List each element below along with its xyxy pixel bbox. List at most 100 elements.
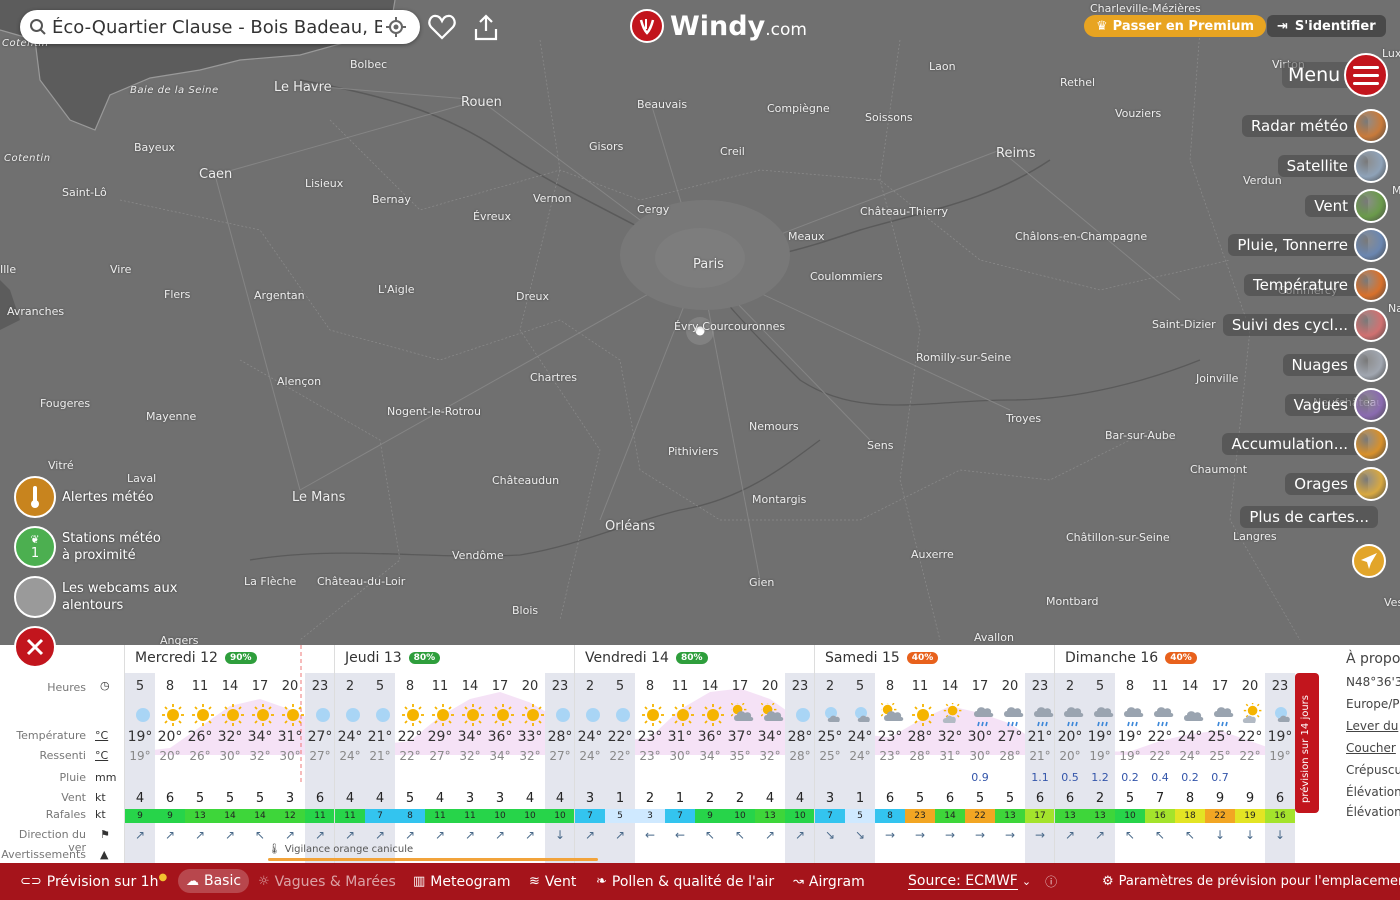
unit-gust[interactable]: kt [95,808,106,821]
forecast-gust: 14 [245,809,275,823]
layer-thumbnail-icon [1354,427,1388,462]
unit-rain[interactable]: mm [95,771,116,784]
forecast-hours: 20 [1001,679,1019,694]
wind-direction-arrow-icon: ← [644,828,656,842]
moon-weather-icon [368,703,398,731]
wind-direction-arrow-icon: ← [674,828,686,842]
layer-température[interactable]: Température [1243,268,1388,303]
layer-orages[interactable]: Orages [1285,467,1388,502]
tab-waves[interactable]: ☼ Vagues & Marées [258,863,396,900]
layer-accumulation[interactable]: Accumulation... [1222,427,1388,462]
confidence-badge: 80% [408,652,441,664]
wind-direction-arrow-icon: ↘ [824,828,836,842]
airport-icon[interactable] [1352,544,1386,578]
close-forecast-button[interactable] [14,626,56,668]
unit-wind[interactable]: kt [95,791,106,804]
windy-logo[interactable]: Windy.com [630,9,807,43]
login-button[interactable]: ⇥ S'identifier [1267,15,1386,37]
tab-basic[interactable]: ☁ Basic [178,869,250,893]
more-maps-button[interactable]: Plus de cartes... [1240,506,1378,528]
layer-satellite[interactable]: Satellite [1277,148,1388,183]
forecast-hours: 17 [1211,679,1229,694]
unit-temp[interactable]: °C [95,729,108,742]
forecast-hours: 14 [941,679,959,694]
premium-button[interactable]: ♛ Passer en Premium [1084,15,1266,37]
forecast-wind: 1 [675,791,685,806]
city-label: Laon [929,60,956,73]
city-label: Gisors [589,140,624,153]
forecast-gust: 10 [515,809,545,823]
layer-suivi-des-cycl[interactable]: Suivi des cycl... [1222,308,1388,342]
map-area[interactable]: Cotentin Bolbec Le Havre Baie de la Seine Ro… [0,0,1400,645]
day-header[interactable]: Samedi 15 40% [825,650,939,666]
row-label-feel: Ressenti [39,749,87,762]
forecast-rain: 1.1 [1031,771,1049,784]
layer-vagues[interactable]: Vagues [1284,387,1388,422]
wind-icon: ≋ [529,874,540,889]
city-label: Pithiviers [668,445,719,458]
city-label: Montargis [752,493,807,506]
tab-airgram[interactable]: ↝ Airgram [793,863,865,900]
wind-direction-arrow-icon: ↗ [794,828,806,842]
precision-toggle[interactable]: ⊂⊃ Prévision sur 1h ● [20,863,167,900]
city-label: Creil [720,145,745,158]
forecast-hours: 5 [135,679,145,694]
weather-alerts-widget[interactable]: Alertes météo [14,476,154,518]
close-icon [26,638,44,656]
forecast-temp: 28° [907,729,933,745]
wind-direction-arrow-icon: ↗ [494,828,506,842]
day-header[interactable]: Dimanche 16 40% [1065,650,1197,666]
locate-icon[interactable] [382,13,410,41]
weather-stations-widget[interactable]: ❦ 1 Stations météo à proximité [14,526,172,568]
forecast-feel: 35° [729,749,751,763]
forecast-feel: 21° [369,749,391,763]
forecast-gust: 10 [1115,809,1145,823]
rain-weather-icon [998,703,1028,731]
day-header[interactable]: Mercredi 12 90% [135,650,257,666]
basic-icon: ☁ [186,873,199,889]
menu-button[interactable]: Menu [1282,53,1389,97]
forecast-temp: 27° [307,729,333,745]
wind-direction-arrow-icon: ↗ [194,828,206,842]
share-icon[interactable] [469,10,503,44]
forecast-temp: 27° [997,729,1023,745]
city-label: Bayeux [134,141,176,154]
webcams-widget[interactable]: Les webcams aux alentours [14,576,182,618]
day-header[interactable]: Vendredi 14 80% [585,650,708,666]
forecast-temp: 29° [427,729,453,745]
forecast-temp: 32° [217,729,243,745]
forecast-feel: 24° [849,749,871,763]
forecast-hours: 11 [671,679,689,694]
forecast-gust: 13 [1055,809,1085,823]
extended-forecast-button[interactable]: prévision sur 14 jours [1295,673,1319,813]
day-header[interactable]: Jeudi 13 80% [345,650,441,666]
tab-pollen[interactable]: ❧ Pollen & qualité de l'air [596,863,774,900]
city-label: Coulommiers [810,270,883,283]
city-label: Lisieux [305,177,344,190]
heart-icon[interactable] [425,10,459,44]
unit-feel[interactable]: °C [95,749,108,762]
source-select[interactable]: Source: ECMWF ⌄ ⓘ [908,863,1057,900]
layer-vent[interactable]: Vent [1305,188,1388,223]
forecast-wind: 4 [795,791,805,806]
forecast-wind: 5 [195,791,205,806]
tab-meteogram[interactable]: ▥ Meteogram [413,863,511,900]
layer-pluie-tonnerre[interactable]: Pluie, Tonnerre [1228,228,1388,263]
leaf-bar-icon: ❧ [596,874,607,889]
city-label: Châtillon-sur-Seine [1066,531,1170,544]
layer-radar-météo[interactable]: Radar météo [1241,109,1388,143]
search-input[interactable] [52,16,382,38]
search-box[interactable] [20,10,420,44]
layer-nuages[interactable]: Nuages [1282,347,1388,382]
forecast-gust: 22 [965,809,995,823]
forecast-settings-button[interactable]: ⚙ Paramètres de prévision pour l'emplace… [1102,863,1400,900]
city-label: Auxerre [911,548,954,561]
city-label: Saint-Dizier [1152,318,1216,331]
leaf-icon: ❦ [30,533,40,546]
forecast-hours: 5 [375,679,385,694]
sun-weather-icon [908,703,938,731]
city-label: Flers [164,288,191,301]
tab-wind[interactable]: ≋ Vent [529,863,576,900]
forecast-gust: 23 [905,809,935,823]
forecast-gust: 5 [605,809,635,823]
